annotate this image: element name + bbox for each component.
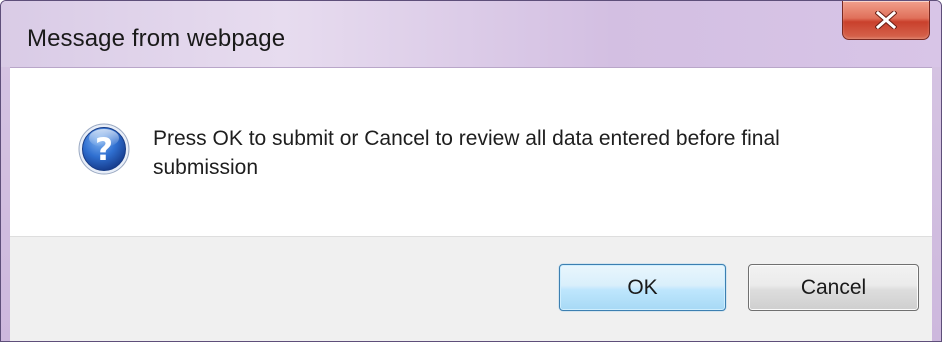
cancel-button[interactable]: Cancel	[748, 264, 919, 311]
question-icon-glyph: ?	[95, 132, 113, 168]
dialog-window: Message from webpage ? Press OK to submi…	[0, 0, 942, 342]
question-icon: ?	[78, 123, 130, 175]
close-button[interactable]	[842, 1, 930, 40]
window-frame-left	[1, 67, 10, 341]
button-bar: OK Cancel	[10, 236, 932, 341]
close-icon	[875, 11, 897, 29]
dialog-client-area: ? Press OK to submit or Cancel to review…	[10, 67, 932, 341]
message-area: ? Press OK to submit or Cancel to review…	[10, 68, 932, 236]
dialog-message: Press OK to submit or Cancel to review a…	[153, 127, 780, 179]
ok-button[interactable]: OK	[559, 264, 726, 311]
window-frame-right	[932, 67, 941, 341]
window-title: Message from webpage	[27, 25, 286, 52]
title-bar[interactable]: Message from webpage	[1, 1, 941, 67]
